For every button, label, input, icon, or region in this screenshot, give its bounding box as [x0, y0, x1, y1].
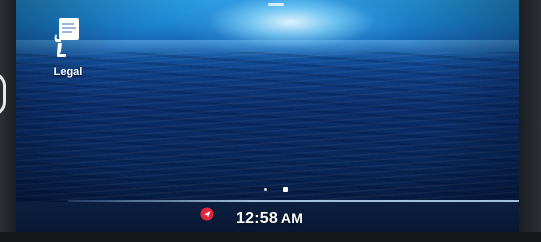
- page-indicator: [264, 187, 294, 193]
- home-screen: Legal 12:58 AM: [16, 0, 519, 232]
- device-frame: Legal 12:58 AM: [0, 0, 541, 242]
- app-legal[interactable]: Legal: [48, 12, 92, 84]
- clock-time: 12:58: [236, 210, 278, 227]
- pull-down-handle[interactable]: [268, 3, 284, 6]
- clock-ampm: AM: [280, 210, 304, 226]
- bezel-button: [0, 72, 6, 116]
- page-dot-1[interactable]: [264, 188, 267, 191]
- bezel-left: [0, 0, 16, 242]
- app-legal-label: Legal: [53, 66, 83, 78]
- status-bar: 12:58 AM: [16, 202, 519, 232]
- location-icon[interactable]: [200, 207, 214, 221]
- bezel-bottom: [0, 232, 541, 242]
- page-dot-2-active[interactable]: [283, 187, 288, 192]
- clock[interactable]: 12:58 AM: [236, 210, 303, 228]
- bezel-right: [519, 0, 541, 242]
- legal-document-icon: [54, 18, 79, 57]
